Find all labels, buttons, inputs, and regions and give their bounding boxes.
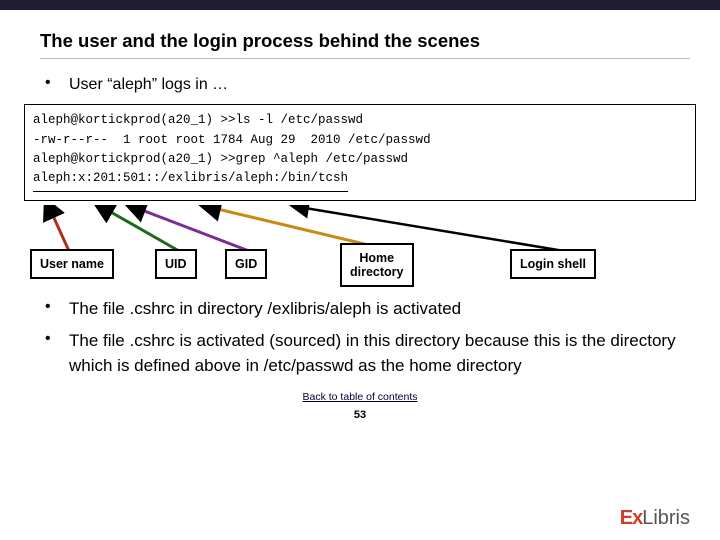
label-home: Home directory (340, 243, 414, 288)
logo-ex: Ex (620, 507, 642, 529)
label-uid: UID (155, 249, 197, 279)
bullet-1: • User “aleph” logs in … (0, 67, 720, 98)
bullet-2: • The file .cshrc in directory /exlibris… (0, 283, 720, 324)
slide-title: The user and the login process behind th… (40, 30, 690, 52)
code-line-2: -rw-r--r-- 1 root root 1784 Aug 29 2010 … (33, 133, 431, 147)
title-underline (40, 58, 690, 59)
code-line-4: aleph:x:201:501::/exlibris/aleph:/bin/tc… (33, 169, 348, 191)
label-username: User name (30, 249, 114, 279)
code-line-3: aleph@kortickprod(a20_1) >>grep ^aleph /… (33, 152, 408, 166)
logo-libris: Libris (642, 507, 690, 529)
label-shell: Login shell (510, 249, 596, 279)
bullet-3-text: The file .cshrc is activated (sourced) i… (59, 329, 690, 378)
back-to-toc-link[interactable]: Back to table of contents (0, 391, 720, 403)
bullet-dot: • (45, 73, 59, 92)
bullet-3: • The file .cshrc is activated (sourced)… (0, 323, 720, 380)
exlibris-logo: ExLibris (620, 507, 690, 530)
page-number: 53 (0, 409, 720, 421)
code-line-1: aleph@kortickprod(a20_1) >>ls -l /etc/pa… (33, 113, 363, 127)
top-stripe (0, 0, 720, 10)
label-gid: GID (225, 249, 267, 279)
bullet-1-text: User “aleph” logs in … (59, 73, 228, 96)
labels-row: User name UID GID Home directory Login s… (0, 205, 720, 283)
code-box: aleph@kortickprod(a20_1) >>ls -l /etc/pa… (24, 104, 696, 201)
bullet-2-text: The file .cshrc in directory /exlibris/a… (59, 297, 461, 322)
bullet-dot: • (45, 297, 59, 316)
bullet-dot: • (45, 329, 59, 348)
